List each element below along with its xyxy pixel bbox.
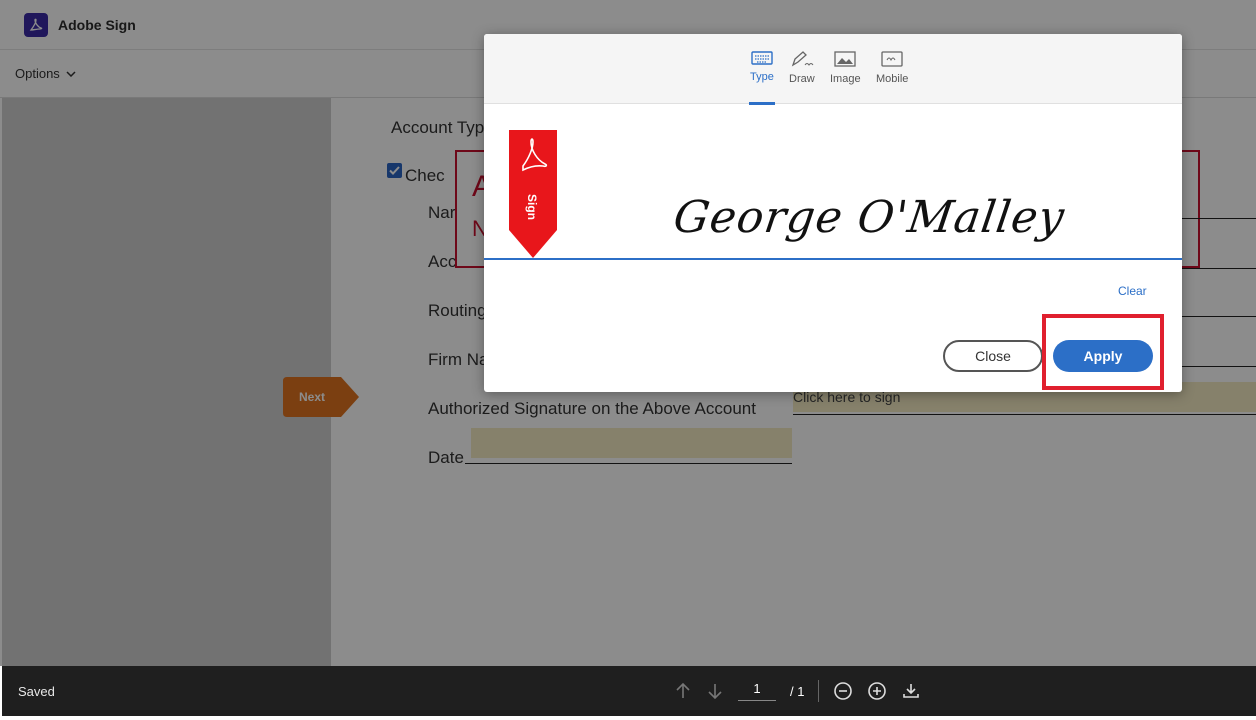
download-icon[interactable] [901, 681, 921, 701]
signature-baseline [484, 258, 1182, 260]
tab-mobile-label: Mobile [876, 73, 909, 85]
tab-image-label: Image [830, 73, 861, 85]
bottom-bar: Saved 1 / 1 [2, 666, 1256, 716]
zoom-out-icon[interactable] [833, 681, 853, 701]
sign-ribbon: Sign [509, 130, 557, 258]
mobile-icon [881, 51, 903, 67]
page-navigation: 1 / 1 [674, 666, 921, 716]
zoom-in-icon[interactable] [867, 681, 887, 701]
tab-image[interactable]: Image [830, 50, 861, 85]
active-tab-indicator [749, 102, 775, 105]
page-number-input[interactable]: 1 [738, 681, 776, 701]
keyboard-icon [751, 51, 773, 65]
image-icon [834, 51, 856, 67]
tab-mobile[interactable]: Mobile [876, 50, 908, 85]
tab-draw[interactable]: Draw [789, 50, 815, 85]
arrow-up-icon[interactable] [674, 682, 692, 700]
tab-draw-label: Draw [789, 73, 815, 85]
close-button[interactable]: Close [943, 340, 1043, 372]
typed-signature: George O'Malley [670, 192, 1068, 243]
signature-method-tabs: Type Draw Image Mobile [484, 34, 1182, 105]
saved-status: Saved [18, 683, 55, 699]
tab-type[interactable]: Type [750, 50, 774, 83]
arrow-down-icon[interactable] [706, 682, 724, 700]
pen-icon [791, 51, 814, 67]
tab-type-label: Type [750, 71, 774, 83]
separator [818, 680, 820, 702]
apply-highlight-box [1042, 314, 1164, 390]
page-total: / 1 [790, 683, 805, 699]
ribbon-text: Sign [525, 194, 539, 220]
clear-link[interactable]: Clear [1118, 284, 1147, 298]
